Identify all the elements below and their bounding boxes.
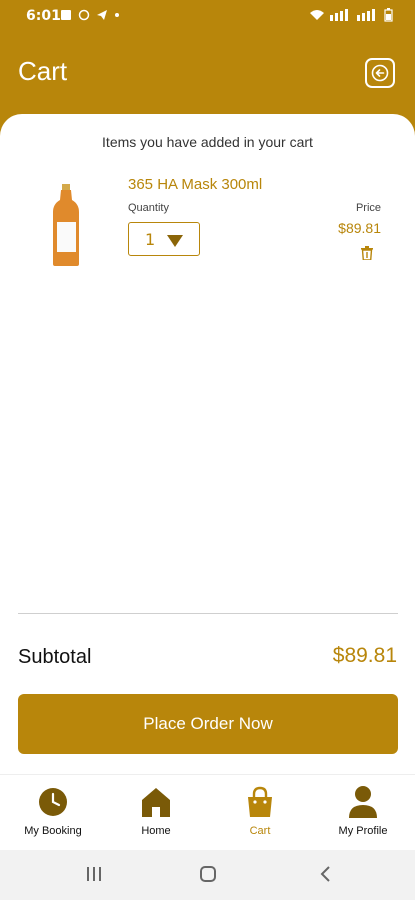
subtotal-value: $89.81 <box>332 644 397 667</box>
status-bar: 6:01 <box>0 0 415 34</box>
image-icon <box>61 10 71 20</box>
bottom-nav: My Booking Home Cart My Profile <box>0 774 415 850</box>
clock-icon <box>39 788 67 816</box>
wifi-icon <box>310 10 324 20</box>
dot-icon <box>115 13 119 17</box>
subtotal-label: Subtotal <box>18 646 92 668</box>
nav-label-cart: Cart <box>249 825 271 837</box>
system-nav-bar <box>0 850 415 900</box>
signal-2-icon <box>357 9 375 21</box>
home-icon <box>142 788 170 817</box>
product-name[interactable]: 365 HA Mask 300ml <box>128 176 262 193</box>
place-order-button[interactable]: Place Order Now <box>18 694 398 754</box>
header: Cart <box>0 34 415 116</box>
cart-subtitle: Items you have added in your cart <box>102 134 313 150</box>
trash-icon[interactable] <box>361 246 373 260</box>
home-button-icon[interactable] <box>198 864 218 884</box>
battery-icon <box>384 8 393 22</box>
back-nav-icon[interactable] <box>316 864 336 884</box>
price-label: Price <box>355 202 381 214</box>
price-value: $89.81 <box>338 220 381 236</box>
arrow-left-icon <box>371 64 389 82</box>
page-title: Cart <box>18 56 68 86</box>
nav-item-home[interactable]: Home <box>104 785 208 837</box>
cart-content: Items you have added in your cart 365 HA… <box>0 114 415 774</box>
nav-item-my-profile[interactable]: My Profile <box>311 785 415 837</box>
nav-item-cart[interactable]: Cart <box>208 785 312 837</box>
shopping-bag-icon <box>248 786 272 817</box>
divider <box>18 613 398 614</box>
recent-apps-icon[interactable] <box>84 864 104 884</box>
product-image[interactable] <box>52 184 80 266</box>
telegram-icon <box>97 10 107 20</box>
signal-icon <box>330 9 348 21</box>
back-button[interactable] <box>365 58 395 88</box>
caret-down-icon <box>167 235 183 247</box>
status-time: 6:01 <box>26 8 61 24</box>
person-icon <box>349 786 377 818</box>
quantity-value: 1 <box>145 230 156 249</box>
quantity-label: Quantity <box>128 202 169 214</box>
nav-label-my-booking: My Booking <box>24 825 82 837</box>
nav-item-my-booking[interactable]: My Booking <box>1 785 105 837</box>
nav-label-my-profile: My Profile <box>338 825 388 837</box>
nav-label-home: Home <box>141 825 171 837</box>
quantity-dropdown[interactable]: 1 <box>128 222 200 256</box>
at-icon <box>78 9 90 21</box>
